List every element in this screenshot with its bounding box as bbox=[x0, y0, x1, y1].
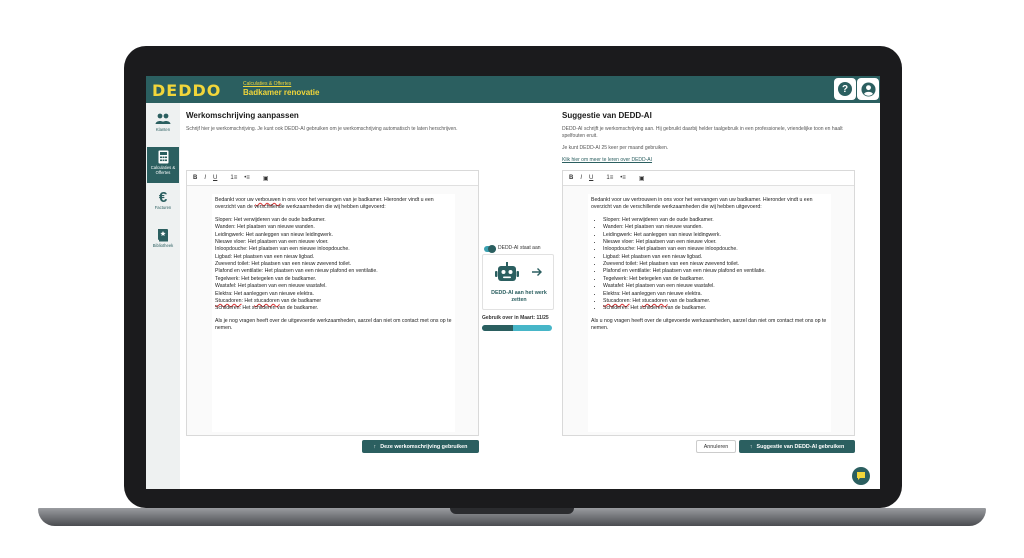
sidebar-item-label: Klanten bbox=[155, 127, 171, 132]
bold-button[interactable]: B bbox=[569, 175, 573, 181]
left-editor-toolbar: B I U 1≡ •≡ ▣ bbox=[187, 171, 478, 186]
left-intro: Bedankt voor uw verbouwen in ons voor he… bbox=[215, 197, 434, 211]
list-item: Tegelwerk: Het betegelen van de badkamer… bbox=[603, 276, 828, 283]
ai-usage-label: Gebruik over in Maart: 11/25 bbox=[482, 315, 549, 321]
list-item: Stucadoren: Het stucadoren van de badkam… bbox=[603, 298, 828, 305]
list-item: Leidingwerk: Het aanleggen van nieuw lei… bbox=[603, 232, 828, 239]
left-heading: Werkomschrijving aanpassen bbox=[186, 111, 299, 120]
ordered-list-button[interactable]: 1≡ bbox=[230, 175, 237, 181]
help-button[interactable]: ? bbox=[834, 78, 856, 100]
italic-button[interactable]: I bbox=[580, 175, 582, 181]
people-icon bbox=[155, 112, 171, 126]
ai-toggle[interactable] bbox=[484, 245, 496, 253]
list-item: Wastafel: Het plaatsen van een nieuwe wa… bbox=[603, 283, 828, 290]
left-lines: Slopen: Het verwijderen van de oude badk… bbox=[215, 216, 378, 312]
list-item: Wanden: Het plaatsen van nieuwe wanden. bbox=[603, 224, 828, 231]
bullet-list-button[interactable]: •≡ bbox=[244, 175, 250, 181]
right-description: DEDD-AI schrijft je werkomschrijving aan… bbox=[562, 126, 843, 140]
right-document[interactable]: Bedankt voor uw vertrouwen in ons voor h… bbox=[588, 194, 831, 432]
image-button[interactable]: ▣ bbox=[639, 175, 645, 182]
sidebar-item-bibliotheek[interactable]: Bibliotheek bbox=[147, 225, 179, 261]
right-closing: Als u nog vragen heeft over de uitgevoer… bbox=[591, 317, 827, 331]
left-description: Schrijf hier je werkomschrijving. Je kun… bbox=[186, 126, 458, 132]
ai-card-label: DEDD-AI aan het werk zetten bbox=[491, 290, 547, 304]
list-item: Slopen: Het verwijderen van de oude badk… bbox=[603, 217, 828, 224]
deddo-logo[interactable]: DEDDO bbox=[152, 81, 221, 100]
left-document[interactable]: Bedankt voor uw verbouwen in ons voor he… bbox=[212, 194, 455, 432]
chat-icon bbox=[857, 472, 865, 480]
use-suggestion-button[interactable]: ↑ Suggestie van DEDD-AI gebruiken bbox=[739, 440, 855, 453]
list-item: Plafond en ventilatie: Het plaatsen van … bbox=[603, 268, 828, 275]
image-button[interactable]: ▣ bbox=[263, 175, 269, 182]
list-item: Inloopdouche: Het plaatsen van een nieuw… bbox=[603, 246, 828, 253]
left-editor: B I U 1≡ •≡ ▣ Bedankt voor uw verbouwen … bbox=[186, 170, 479, 436]
right-editor-toolbar: B I U 1≡ •≡ ▣ bbox=[563, 171, 854, 186]
right-intro: Bedankt voor uw vertrouwen in ons voor h… bbox=[591, 197, 813, 211]
account-icon bbox=[860, 81, 876, 97]
sidebar-item-klanten[interactable]: Klanten bbox=[147, 109, 179, 145]
ai-usage-bar bbox=[482, 325, 552, 331]
laptop-frame: DEDDO Calculaties & Offertes Badkamer re… bbox=[0, 0, 1024, 558]
chat-button[interactable] bbox=[852, 467, 870, 485]
calculator-icon bbox=[155, 150, 171, 164]
underline-button[interactable]: U bbox=[589, 175, 593, 181]
left-closing: Als je nog vragen heeft over de uitgevoe… bbox=[215, 317, 452, 331]
euro-icon: € bbox=[158, 188, 168, 206]
ai-run-card[interactable]: DEDD-AI aan het werk zetten bbox=[482, 254, 554, 310]
page-title: Badkamer renovatie bbox=[243, 88, 320, 97]
list-item: Zwevend toilet: Het plaatsen van een nie… bbox=[603, 261, 828, 268]
list-item: Ligbad: Het plaatsen van een nieuw ligba… bbox=[603, 254, 828, 261]
laptop-notch bbox=[450, 508, 574, 514]
app-screen: DEDDO Calculaties & Offertes Badkamer re… bbox=[146, 76, 880, 489]
right-heading: Suggestie van DEDD-AI bbox=[562, 111, 652, 120]
bold-button[interactable]: B bbox=[193, 175, 197, 181]
account-button[interactable] bbox=[857, 78, 879, 100]
arrow-right-icon bbox=[532, 268, 542, 276]
list-item: Nieuwe vloer: Het plaatsen van een nieuw… bbox=[603, 239, 828, 246]
ai-status-label: DEDD-AI staat aan bbox=[498, 245, 541, 251]
sidebar-item-label: Bibliotheek bbox=[152, 243, 174, 248]
sidebar: Klanten Calculaties & Offertes € Facture… bbox=[146, 103, 180, 489]
ai-panel: DEDD-AI staat aan DEDD-AI aan het werk z… bbox=[482, 245, 554, 336]
ordered-list-button[interactable]: 1≡ bbox=[606, 175, 613, 181]
cancel-button[interactable]: Annuleren bbox=[696, 440, 736, 453]
robot-icon bbox=[495, 262, 519, 281]
bullet-list-button[interactable]: •≡ bbox=[620, 175, 626, 181]
italic-button[interactable]: I bbox=[204, 175, 206, 181]
main-content: Werkomschrijving aanpassen Schrijf hier … bbox=[180, 103, 880, 489]
help-icon: ? bbox=[838, 82, 852, 96]
ai-usage-fill bbox=[482, 325, 513, 331]
sidebar-item-calculaties[interactable]: Calculaties & Offertes bbox=[147, 147, 179, 183]
book-icon bbox=[155, 228, 171, 242]
right-items: Slopen: Het verwijderen van de oude badk… bbox=[591, 217, 828, 313]
sidebar-item-facturen[interactable]: € Facturen bbox=[147, 187, 179, 223]
sidebar-item-label: Facturen bbox=[154, 205, 172, 210]
use-description-button[interactable]: ↑ Deze werkomschrijving gebruiken bbox=[362, 440, 479, 453]
underline-button[interactable]: U bbox=[213, 175, 217, 181]
top-bar: DEDDO Calculaties & Offertes Badkamer re… bbox=[146, 76, 880, 103]
list-item: Schilderen: Het schilderen van de badkam… bbox=[603, 305, 828, 312]
right-editor: B I U 1≡ •≡ ▣ Bedankt voor uw vertrouwen… bbox=[562, 170, 855, 436]
list-item: Elektra: Het aanleggen van nieuwe elektr… bbox=[603, 291, 828, 298]
learn-more-link[interactable]: Klik hier om meer te leren over DEDD-AI bbox=[562, 157, 652, 164]
right-limit-text: Je kunt DEDD-AI 25 keer per maand gebrui… bbox=[562, 145, 669, 151]
breadcrumb[interactable]: Calculaties & Offertes bbox=[243, 81, 291, 87]
sidebar-item-label: Calculaties & Offertes bbox=[150, 165, 176, 175]
